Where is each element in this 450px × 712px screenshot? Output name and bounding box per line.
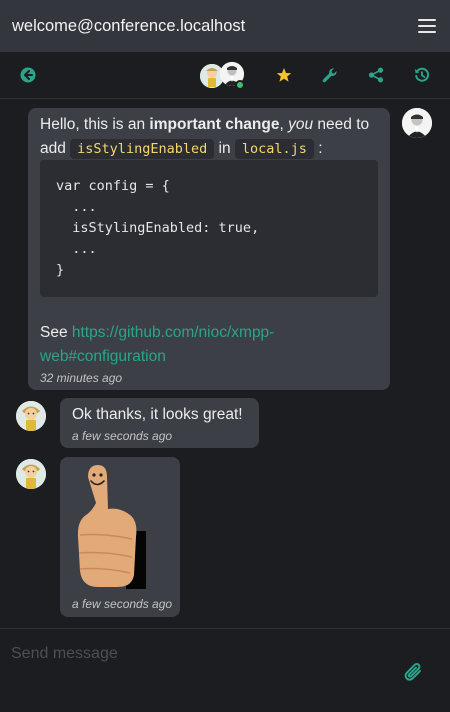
- text-segment: :: [313, 140, 323, 157]
- text-segment: in: [214, 140, 235, 157]
- occupant-avatars[interactable]: [200, 62, 246, 90]
- app-header: welcome@conference.localhost: [0, 0, 450, 52]
- message-composer: Send message: [0, 628, 450, 712]
- text-segment: Hello, this is an: [40, 116, 150, 133]
- inline-code: isStylingEnabled: [70, 139, 215, 159]
- inline-code: local.js: [234, 139, 314, 159]
- contact-avatar[interactable]: [16, 459, 46, 489]
- back-circle-arrow-icon[interactable]: [18, 65, 38, 85]
- message-timestamp: 32 minutes ago: [40, 371, 123, 385]
- share-icon[interactable]: [366, 65, 386, 85]
- wrench-icon[interactable]: [320, 65, 340, 85]
- message-text: Hello, this is an important change, you …: [40, 113, 380, 161]
- paperclip-icon[interactable]: [404, 661, 424, 683]
- message-input[interactable]: Send message: [11, 645, 118, 663]
- github-link-continued[interactable]: web#configuration: [40, 348, 166, 365]
- italic-text: you: [288, 116, 314, 133]
- message-text: Ok thanks, it looks great!: [72, 406, 243, 423]
- star-icon[interactable]: [274, 65, 294, 85]
- message-timestamp: a few seconds ago: [72, 429, 173, 443]
- code-block: var config = { ... isStylingEnabled: tru…: [40, 160, 378, 297]
- room-title: welcome@conference.localhost: [12, 16, 246, 35]
- menu-icon[interactable]: [418, 19, 436, 33]
- contact-avatar[interactable]: [16, 401, 46, 431]
- text-segment: ,: [279, 116, 289, 133]
- thumbs-up-image[interactable]: [74, 463, 148, 589]
- message-bubble-contact: Ok thanks, it looks great! a few seconds…: [60, 398, 259, 448]
- online-status-dot: [235, 80, 245, 90]
- see-label: See: [40, 324, 72, 341]
- message-bubble-own: Hello, this is an important change, you …: [28, 108, 390, 390]
- history-icon[interactable]: [412, 65, 432, 85]
- own-avatar[interactable]: [402, 108, 432, 138]
- room-toolbar: [0, 52, 450, 99]
- message-timestamp: a few seconds ago: [72, 597, 173, 611]
- message-link-line: See https://github.com/nioc/xmpp-web#con…: [40, 321, 380, 369]
- image-message-bubble: a few seconds ago: [60, 457, 180, 617]
- bold-text: important change: [149, 116, 280, 133]
- github-link[interactable]: https://github.com/nioc/xmpp-: [72, 324, 274, 341]
